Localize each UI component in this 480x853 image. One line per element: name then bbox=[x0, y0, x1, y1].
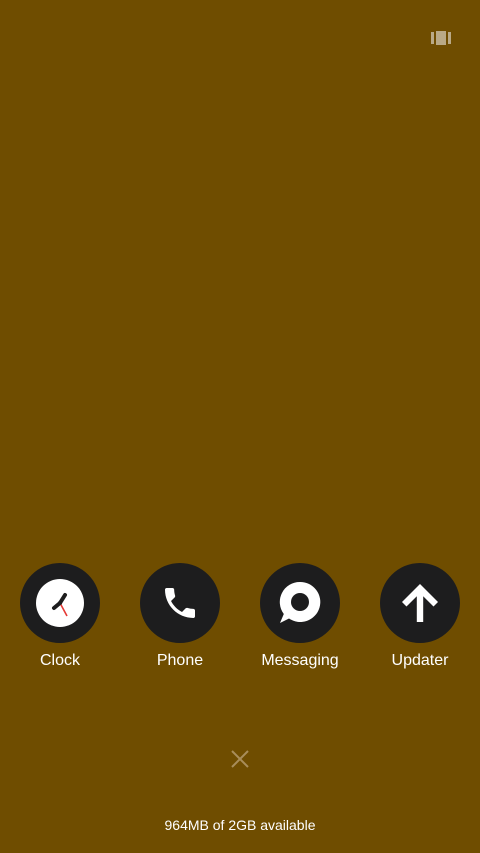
multi-window-icon bbox=[431, 31, 451, 45]
clear-all-button[interactable] bbox=[220, 739, 260, 779]
clock-app-icon-circle bbox=[20, 563, 100, 643]
app-label: Updater bbox=[391, 652, 449, 669]
arrow-up-icon bbox=[402, 584, 438, 622]
phone-icon bbox=[165, 588, 195, 618]
app-clock[interactable]: Clock bbox=[0, 563, 120, 673]
memory-status-text: 964MB of 2GB available bbox=[164, 817, 316, 833]
messaging-icon bbox=[279, 581, 321, 623]
app-label: Clock bbox=[39, 652, 80, 669]
app-label: Messaging bbox=[261, 652, 339, 669]
multi-window-toggle-button[interactable] bbox=[428, 28, 454, 48]
recent-apps-row: Clock Phone Messaging Updater bbox=[0, 563, 480, 673]
app-label: Phone bbox=[156, 652, 204, 669]
app-updater[interactable]: Updater bbox=[360, 563, 480, 673]
clock-icon bbox=[36, 579, 84, 627]
messaging-app-icon-circle bbox=[260, 563, 340, 643]
app-phone[interactable]: Phone bbox=[120, 563, 240, 673]
app-messaging[interactable]: Messaging bbox=[240, 563, 360, 673]
updater-app-icon-circle bbox=[380, 563, 460, 643]
phone-app-icon-circle bbox=[140, 563, 220, 643]
close-icon bbox=[231, 750, 249, 768]
